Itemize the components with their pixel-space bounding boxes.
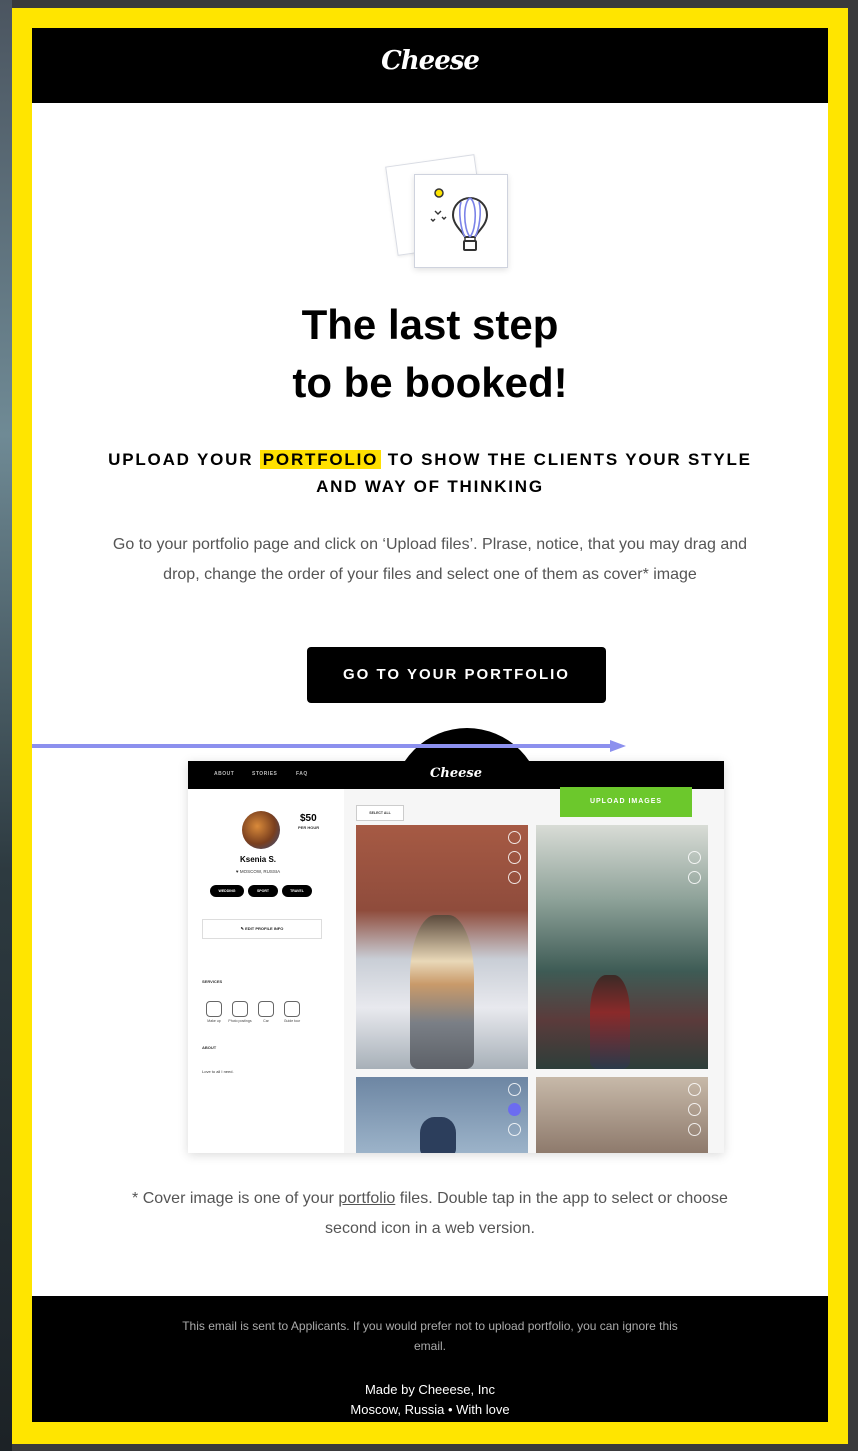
car-icon bbox=[258, 1001, 274, 1017]
photo-subject bbox=[410, 915, 474, 1069]
page-title: The last step to be booked! bbox=[32, 296, 828, 412]
footnote: * Cover image is one of your portfolio f… bbox=[112, 1184, 748, 1244]
check-icon bbox=[688, 1083, 701, 1096]
screenshot-profile-sidebar: $50 PER HOUR Ksenia S. ♥ MOSCOW, RUSSIA … bbox=[188, 789, 344, 1153]
delete-icon bbox=[688, 1123, 701, 1136]
footer-made-by: Made by Cheeese, Inc bbox=[364, 1382, 496, 1397]
portfolio-photo bbox=[356, 1077, 528, 1153]
camera-icon bbox=[232, 1001, 248, 1017]
delete-icon bbox=[508, 1123, 521, 1136]
subhead-before: UPLOAD YOUR bbox=[108, 450, 254, 469]
hero-illustration bbox=[385, 152, 516, 272]
email-body: Cheese The last step to be booked! UPLOA… bbox=[32, 28, 828, 1422]
tag-wedding: WEDDING bbox=[210, 885, 244, 897]
service-label: Make up bbox=[207, 1019, 221, 1023]
cover-selected-icon bbox=[508, 1103, 521, 1116]
profile-location: ♥ MOSCOW, RUSSIA bbox=[235, 869, 281, 874]
email-frame: Cheese The last step to be booked! UPLOA… bbox=[12, 8, 848, 1444]
about-label: ABOUT bbox=[202, 1045, 217, 1050]
card-front bbox=[414, 174, 508, 268]
portfolio-photo bbox=[356, 825, 528, 1069]
portfolio-screenshot: ABOUT STORIES FAQ Cheese $50 PER HOUR Ks… bbox=[188, 761, 724, 1153]
service-makeup: Make up bbox=[202, 1001, 226, 1023]
brand-logo[interactable]: Cheese bbox=[32, 46, 828, 76]
avatar bbox=[242, 811, 280, 849]
service-label: Guide tour bbox=[283, 1019, 301, 1023]
photo-subject bbox=[420, 1117, 456, 1153]
subheading: UPLOAD YOUR PORTFOLIO TO SHOW THE CLIENT… bbox=[102, 446, 758, 500]
portfolio-link[interactable]: portfolio bbox=[338, 1190, 395, 1207]
service-photo: Photo postings bbox=[228, 1001, 252, 1023]
about-text: Love to all I need. bbox=[202, 1069, 234, 1074]
go-to-portfolio-button[interactable]: GO TO YOUR PORTFOLIO bbox=[307, 647, 606, 703]
service-label: Car bbox=[263, 1019, 269, 1023]
screenshot-logo: Cheese bbox=[430, 766, 482, 781]
edit-profile-button: ✎ EDIT PROFILE INFO bbox=[202, 919, 322, 939]
tag-sport: SPORT bbox=[248, 885, 278, 897]
profile-price-unit: PER HOUR bbox=[298, 825, 320, 830]
delete-icon bbox=[688, 871, 701, 884]
footer-credits: Made by Cheeese, Inc Moscow, Russia • Wi… bbox=[32, 1380, 828, 1420]
title-line-2: to be booked! bbox=[292, 359, 568, 406]
services-label: SERVICES bbox=[202, 979, 223, 984]
subhead-after: TO SHOW THE CLIENTS YOUR STYLE AND WAY O… bbox=[316, 450, 752, 496]
service-guide: Guide tour bbox=[280, 1001, 304, 1023]
email-footer: This email is sent to Applicants. If you… bbox=[32, 1296, 828, 1422]
subhead-highlight: PORTFOLIO bbox=[259, 450, 382, 469]
footer-notice: This email is sent to Applicants. If you… bbox=[182, 1319, 678, 1353]
check-icon bbox=[508, 831, 521, 844]
cover-icon bbox=[508, 851, 521, 864]
cover-icon bbox=[688, 1103, 701, 1116]
upload-images-button: UPLOAD IMAGES bbox=[560, 787, 692, 817]
photo-subject bbox=[590, 975, 630, 1069]
cover-icon bbox=[688, 851, 701, 864]
service-label: Photo postings bbox=[228, 1019, 252, 1023]
hot-air-balloon-icon bbox=[430, 188, 489, 251]
makeup-icon bbox=[206, 1001, 222, 1017]
tag-travel: TRAVEL bbox=[282, 885, 312, 897]
delete-icon bbox=[508, 871, 521, 884]
screenshot-nav: ABOUT STORIES FAQ Cheese bbox=[188, 761, 724, 789]
service-car: Car bbox=[254, 1001, 278, 1023]
footnote-before: * Cover image is one of your bbox=[132, 1190, 339, 1207]
profile-price: $50 bbox=[300, 813, 317, 824]
tower-icon bbox=[284, 1001, 300, 1017]
select-all-button: SELECT ALL bbox=[356, 805, 404, 821]
title-line-1: The last step bbox=[301, 301, 559, 348]
pointer-arrow-icon bbox=[32, 740, 626, 752]
email-header: Cheese bbox=[32, 28, 828, 103]
footer-location: Moscow, Russia • With love bbox=[350, 1402, 510, 1417]
instructions-text: Go to your portfolio page and click on ‘… bbox=[112, 536, 748, 583]
check-icon bbox=[508, 1083, 521, 1096]
portfolio-photo bbox=[536, 825, 708, 1069]
background-strip bbox=[0, 0, 12, 1451]
profile-name: Ksenia S. bbox=[239, 855, 276, 864]
portfolio-photo bbox=[536, 1077, 708, 1153]
